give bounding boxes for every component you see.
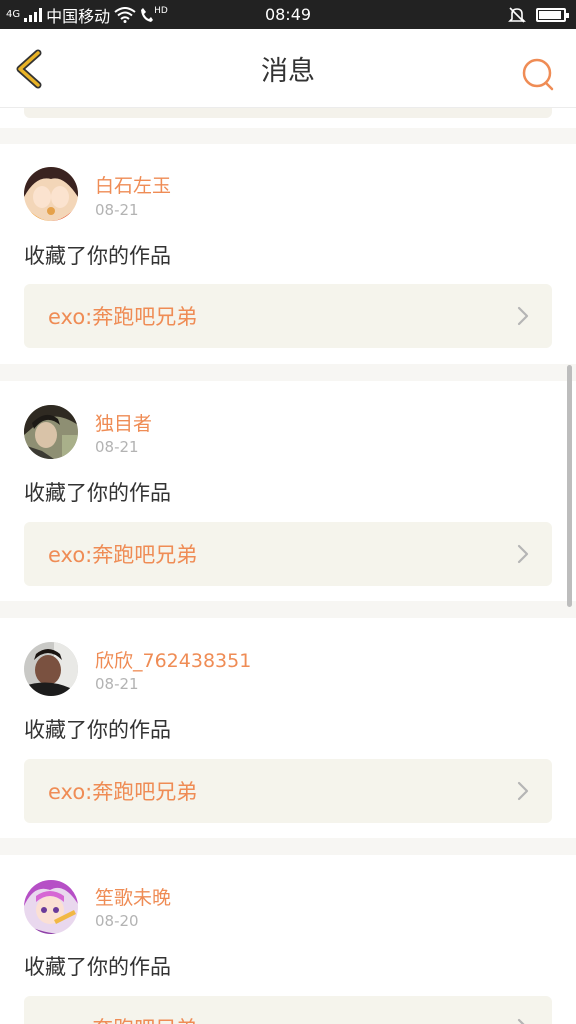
chevron-right-icon <box>517 306 529 326</box>
status-right <box>508 0 569 29</box>
page-title: 消息 <box>261 56 315 87</box>
message-feed[interactable]: 白石左玉 08-21 收藏了你的作品 exo:奔跑吧兄弟 独目者 08-21 收… <box>0 108 576 1024</box>
message-card: 欣欣_762438351 08-21 收藏了你的作品 exo:奔跑吧兄弟 <box>0 618 576 838</box>
work-title: exo:奔跑吧兄弟 <box>48 780 198 804</box>
work-link[interactable]: exo:奔跑吧兄弟 <box>24 759 552 823</box>
avatar[interactable] <box>24 405 78 459</box>
work-link[interactable]: exo:奔跑吧兄弟 <box>24 996 552 1024</box>
work-link[interactable]: exo:奔跑吧兄弟 <box>24 522 552 586</box>
message-date: 08-20 <box>95 912 139 930</box>
username[interactable]: 欣欣_762438351 <box>95 646 251 673</box>
avatar[interactable] <box>24 167 78 221</box>
nav-bar: 消息 <box>0 29 576 108</box>
username[interactable]: 白石左玉 <box>95 171 171 198</box>
action-text: 收藏了你的作品 <box>24 955 171 979</box>
avatar[interactable] <box>24 642 78 696</box>
work-title: exo:奔跑吧兄弟 <box>48 543 198 567</box>
status-bar: 4G 中国移动 HD 08:49 <box>0 0 576 29</box>
work-title: exo:奔跑吧兄弟 <box>48 1013 197 1024</box>
work-title: exo:奔跑吧兄弟 <box>48 305 198 329</box>
action-text: 收藏了你的作品 <box>24 244 171 268</box>
battery-icon <box>536 7 569 22</box>
work-link[interactable]: exo:奔跑吧兄弟 <box>24 284 552 348</box>
search-button[interactable] <box>520 56 556 92</box>
status-time: 08:49 <box>264 5 312 24</box>
username[interactable]: 笙歌未晚 <box>95 883 171 910</box>
chevron-right-icon <box>517 544 529 564</box>
scrollbar[interactable] <box>567 365 572 607</box>
message-date: 08-21 <box>95 438 139 456</box>
message-card: 笙歌未晚 08-20 收藏了你的作品 exo:奔跑吧兄弟 <box>0 855 576 1024</box>
message-card: 白石左玉 08-21 收藏了你的作品 exo:奔跑吧兄弟 <box>0 144 576 364</box>
chevron-right-icon <box>517 781 529 801</box>
avatar[interactable] <box>24 880 78 934</box>
message-card: 独目者 08-21 收藏了你的作品 exo:奔跑吧兄弟 <box>0 381 576 601</box>
chevron-right-icon <box>517 1018 525 1024</box>
username[interactable]: 独目者 <box>95 409 152 436</box>
mute-bell-icon <box>508 6 526 23</box>
previous-card-tail <box>0 108 576 128</box>
message-date: 08-21 <box>95 675 139 693</box>
action-text: 收藏了你的作品 <box>24 481 171 505</box>
action-text: 收藏了你的作品 <box>24 718 171 742</box>
message-date: 08-21 <box>95 201 139 219</box>
